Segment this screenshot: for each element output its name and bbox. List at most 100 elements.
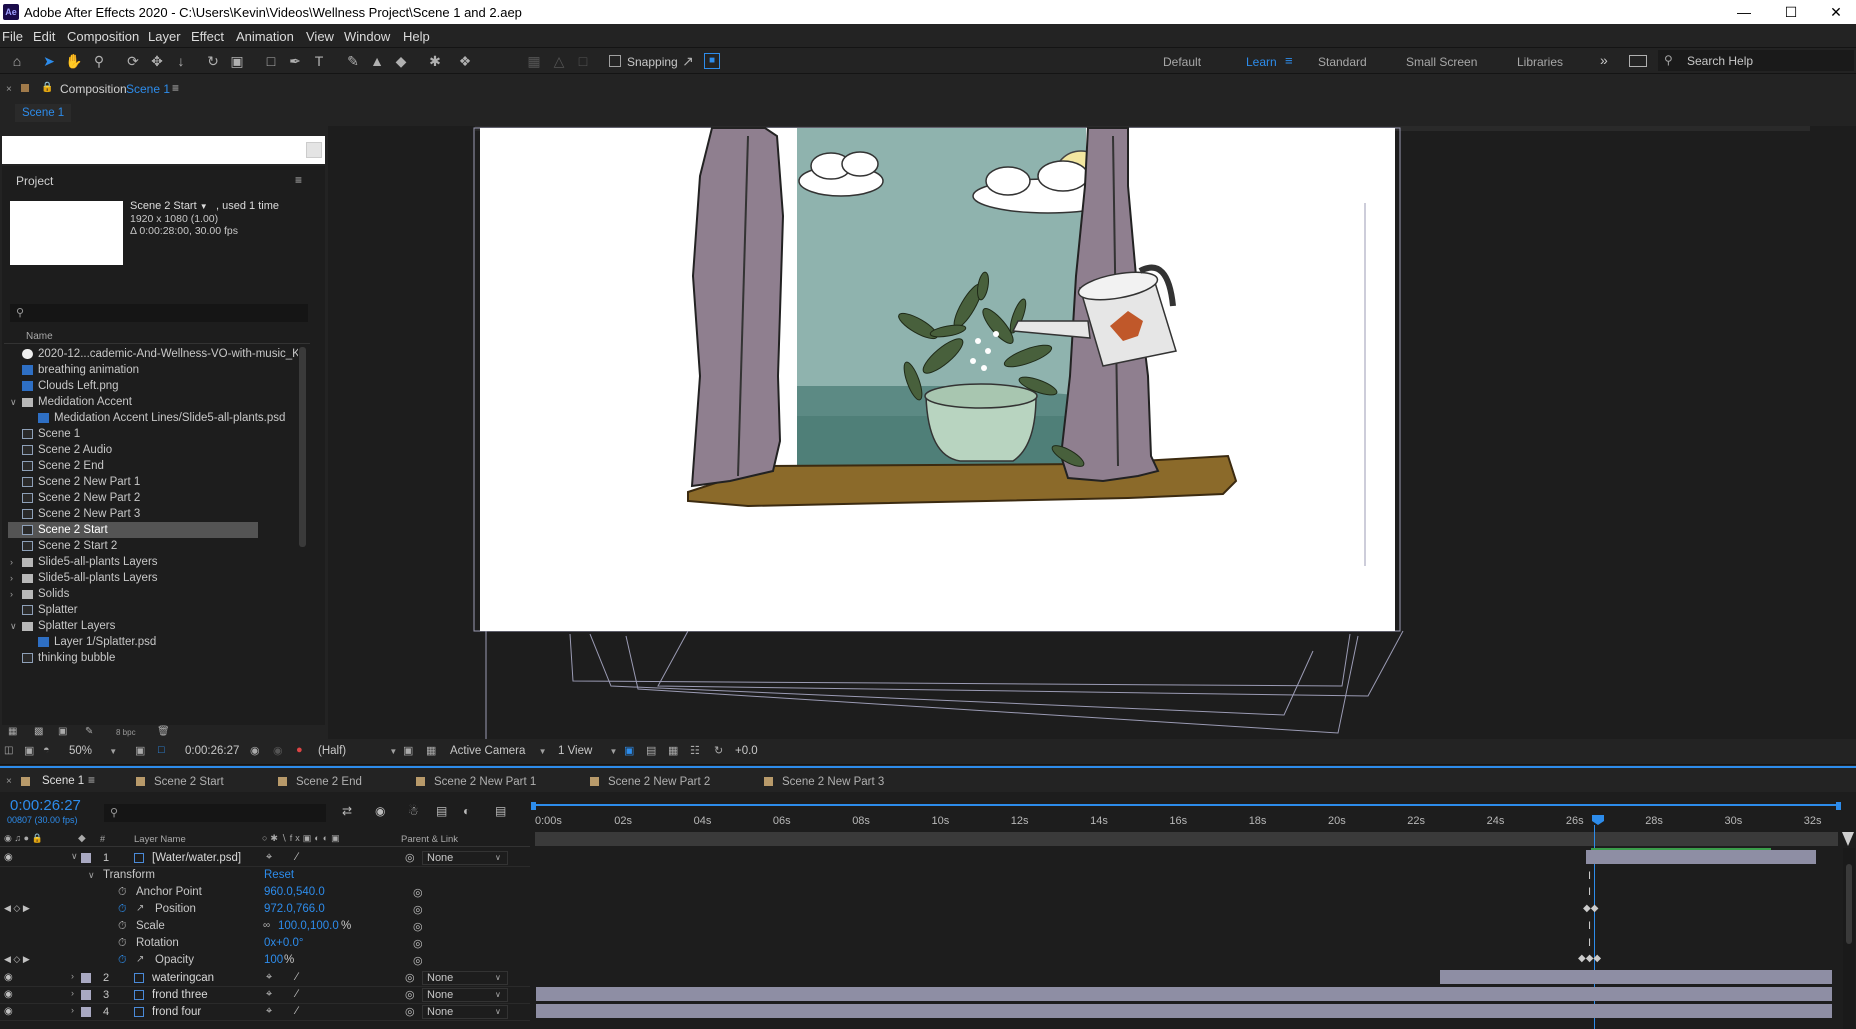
project-item[interactable]: thinking bubble: [8, 650, 258, 666]
resolution-dropdown[interactable]: (Half) ▼: [318, 745, 397, 757]
scale-keyframe-icon[interactable]: I: [1588, 920, 1591, 932]
hand-tool-icon[interactable]: ✋: [65, 52, 83, 70]
anchor-point-keyframe-icon[interactable]: I: [1588, 870, 1591, 882]
anchor-hold-icon[interactable]: I: [1588, 886, 1591, 898]
timeline-tab-scene-2-new-part-1[interactable]: Scene 2 New Part 1: [416, 776, 536, 788]
workspace-panel-icon[interactable]: [1629, 55, 1647, 67]
workspace-standard[interactable]: Standard: [1318, 55, 1367, 69]
always-preview-icon[interactable]: ◫: [4, 745, 13, 756]
menu-layer[interactable]: Layer: [148, 29, 181, 44]
pickwhip-icon[interactable]: ◎: [405, 971, 415, 984]
layer-name[interactable]: wateringcan: [152, 972, 214, 984]
project-item[interactable]: Layer 1/Splatter.psd: [8, 634, 258, 650]
property-value[interactable]: 100: [264, 954, 283, 966]
exposure-value[interactable]: +0.0: [735, 745, 758, 757]
project-item[interactable]: Scene 2 Audio: [8, 442, 258, 458]
graph-icon[interactable]: ↗: [136, 954, 144, 965]
layer-name[interactable]: [Water/water.psd]: [152, 852, 241, 864]
eye-icon[interactable]: ◉: [4, 1006, 13, 1017]
parent-dropdown[interactable]: None ∨: [422, 851, 508, 865]
property-value[interactable]: 0x+0.0°: [264, 937, 303, 949]
time-navigator[interactable]: [535, 832, 1838, 846]
snap-option-icon[interactable]: ↗: [679, 52, 697, 70]
project-item[interactable]: Scene 2 End: [8, 458, 258, 474]
channel-icon[interactable]: ●: [296, 744, 303, 756]
quality-switch-icon[interactable]: ∕: [296, 971, 298, 983]
timeline-search-input[interactable]: ⚲: [104, 804, 326, 822]
project-item[interactable]: Clouds Left.png: [8, 378, 258, 394]
shy-switch-icon[interactable]: ⌖: [266, 1005, 272, 1018]
maximize-button[interactable]: ☐: [1771, 2, 1811, 22]
column-name-label[interactable]: Name: [26, 331, 53, 342]
view-layout-dropdown[interactable]: 1 View ▼: [558, 745, 617, 757]
label-color-swatch[interactable]: [81, 1007, 91, 1017]
project-item[interactable]: Scene 1: [8, 426, 258, 442]
project-scrollbar[interactable]: [299, 347, 306, 547]
work-area-start[interactable]: [531, 802, 536, 810]
track-bar-frond-three[interactable]: [536, 987, 1832, 1001]
eye-icon[interactable]: ◉: [4, 989, 13, 1000]
timeline-tab-scene-1[interactable]: Scene 1: [42, 775, 84, 787]
comp-tab-scene-1[interactable]: Scene 1: [15, 104, 72, 122]
snap-grid-icon[interactable]: ■: [704, 53, 720, 69]
layer-row[interactable]: ◉ › 3 frond three ⌖ ∕ ◎ None ∨: [0, 987, 530, 1004]
eye-icon[interactable]: ◉: [4, 972, 13, 983]
chevron-right-icon[interactable]: ›: [71, 988, 74, 998]
track-bar-frond-four[interactable]: [536, 1004, 1832, 1018]
flowchart-icon[interactable]: ☷: [690, 744, 700, 757]
chevron-right-icon[interactable]: ›: [71, 1005, 74, 1015]
toggle-transparency-icon[interactable]: ▦: [426, 744, 436, 757]
property-value[interactable]: 960.0,540.0: [264, 886, 325, 898]
selection-tool-icon[interactable]: ➤: [40, 52, 58, 70]
bit-depth-label[interactable]: 8 bpc: [116, 728, 136, 737]
selected-item-name[interactable]: Scene 2 Start ▼: [130, 200, 208, 212]
pickwhip-icon[interactable]: ◎: [413, 937, 423, 950]
adjust-settings-icon[interactable]: ✎: [85, 726, 93, 737]
workspace-libraries[interactable]: Libraries: [1517, 55, 1563, 69]
close-window-button[interactable]: ✕: [1816, 2, 1856, 22]
menu-window[interactable]: Window: [344, 29, 390, 44]
fast-previews-icon[interactable]: ▤: [646, 744, 656, 757]
layer-name[interactable]: frond four: [152, 1006, 201, 1018]
layer-row[interactable]: ◉ › 4 frond four ⌖ ∕ ◎ None ∨: [0, 1004, 530, 1021]
track-area[interactable]: I I ◆◆ I I ◆◆◆: [536, 848, 1832, 1029]
puppet-pin-icon[interactable]: ❖: [456, 52, 474, 70]
keyframe-navigator-icon[interactable]: ◀ ◇ ▶: [4, 954, 30, 965]
chevron-down-icon[interactable]: ∨: [10, 394, 17, 410]
minimize-button[interactable]: —: [1724, 2, 1764, 22]
title-action-safe-icon[interactable]: ▣: [135, 744, 145, 757]
parent-link-header[interactable]: Parent & Link: [401, 834, 458, 845]
project-search-input[interactable]: ⚲: [10, 304, 308, 322]
menu-view[interactable]: View: [306, 29, 334, 44]
project-item[interactable]: ∨ Splatter Layers: [8, 618, 258, 634]
snapping-checkbox[interactable]: [609, 55, 621, 67]
work-area-bar[interactable]: [531, 802, 1842, 810]
pickwhip-icon[interactable]: ◎: [413, 954, 423, 967]
eye-icon[interactable]: ◉: [4, 852, 13, 863]
menu-file[interactable]: File: [2, 29, 23, 44]
chevron-right-icon[interactable]: ›: [10, 554, 13, 570]
label-color-swatch[interactable]: [81, 853, 91, 863]
viewer-canvas[interactable]: [328, 126, 1856, 739]
work-area-end[interactable]: [1836, 802, 1841, 810]
transform-reset-link[interactable]: Reset: [264, 869, 294, 881]
quality-switch-icon[interactable]: ∕: [296, 1005, 298, 1017]
menu-composition[interactable]: Composition: [67, 29, 139, 44]
layer-name[interactable]: frond three: [152, 989, 208, 1001]
menu-edit[interactable]: Edit: [33, 29, 55, 44]
brush-tool-icon[interactable]: ✎: [344, 52, 362, 70]
property-value[interactable]: 972.0,766.0: [264, 903, 325, 915]
timeline-icon[interactable]: ▦: [668, 744, 678, 757]
stopwatch-icon[interactable]: ⏱: [118, 920, 127, 933]
workspace-overflow-icon[interactable]: »: [1600, 52, 1608, 68]
timeline-tab-scene-2-start[interactable]: Scene 2 Start: [136, 776, 224, 788]
chevron-down-icon[interactable]: ∨: [88, 870, 95, 881]
project-item[interactable]: Scene 2 New Part 2: [8, 490, 258, 506]
shy-switch-icon[interactable]: ⌖: [266, 988, 272, 1001]
draft-3d-icon[interactable]: ◉: [375, 804, 385, 818]
lock-icon[interactable]: 🔒: [41, 82, 53, 93]
project-item[interactable]: › Slide5-all-plants Layers: [8, 570, 258, 586]
new-folder-icon[interactable]: ▩: [34, 726, 43, 737]
pan-behind-icon[interactable]: ▣: [228, 52, 246, 70]
motion-blur-icon[interactable]: ◐: [463, 804, 470, 818]
